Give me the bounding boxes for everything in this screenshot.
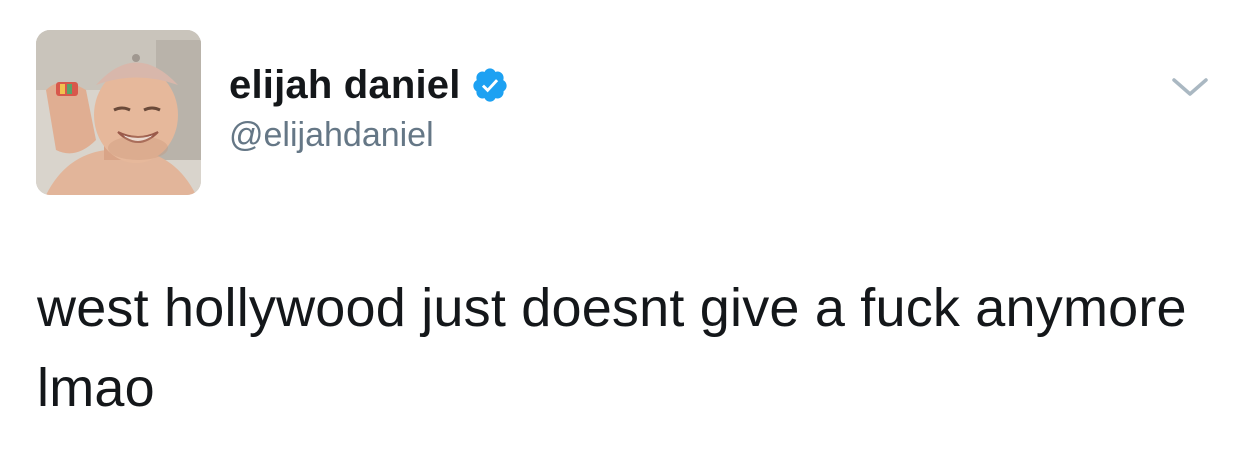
verified-badge-icon <box>471 66 509 104</box>
chevron-down-icon[interactable] <box>1170 72 1210 102</box>
author-handle[interactable]: @elijahdaniel <box>229 116 434 155</box>
tweet-card: elijah daniel @elijahdaniel west hollywo… <box>0 0 1242 468</box>
avatar-photo <box>36 30 201 195</box>
author-display-name[interactable]: elijah daniel <box>229 63 461 108</box>
author-avatar[interactable] <box>36 30 201 195</box>
author-name-row: elijah daniel <box>229 60 509 110</box>
tweet-text: west hollywood just doesnt give a fuck a… <box>37 278 1187 418</box>
